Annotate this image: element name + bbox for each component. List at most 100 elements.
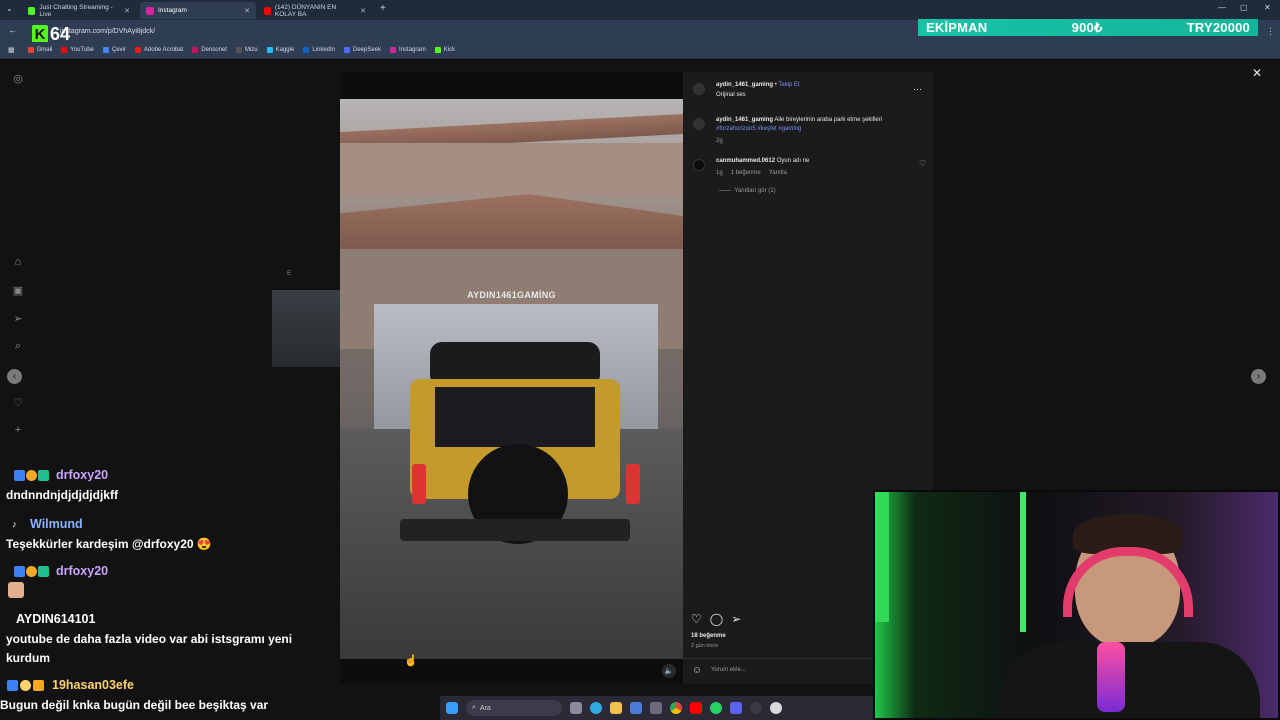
bookmark-kick[interactable]: Kick: [434, 47, 456, 53]
chat-message: ♪ Wilmund Teşekkürler kardeşim @drfoxy20…: [0, 516, 330, 558]
bookmark-linkedin[interactable]: LinkedIn: [303, 47, 335, 53]
comment-text: Oyun adı ne: [776, 158, 810, 164]
follow-button[interactable]: Takip Et: [778, 82, 799, 88]
bookmark-youtube[interactable]: YouTube: [61, 47, 94, 53]
bookmark-label: Kick: [443, 47, 456, 53]
edge-icon[interactable]: [590, 702, 602, 714]
search-icon[interactable]: ⌕: [12, 340, 24, 352]
linkedin-icon: [303, 47, 310, 53]
chat-username[interactable]: 19hasan03efe: [52, 678, 134, 692]
reels-icon[interactable]: ▣: [12, 284, 24, 297]
more-options-icon[interactable]: ⋯: [913, 84, 922, 95]
task-view-icon[interactable]: [570, 702, 582, 714]
audio-label[interactable]: Orijinal ses: [716, 92, 746, 98]
search-icon: ⌕: [472, 704, 476, 711]
share-icon[interactable]: ➢: [731, 612, 741, 626]
avatar[interactable]: [693, 118, 705, 130]
store-icon[interactable]: [630, 702, 642, 714]
bookmark-cevir[interactable]: Çevir: [102, 47, 126, 53]
chrome-icon[interactable]: [670, 702, 682, 714]
youtube-icon[interactable]: [690, 702, 702, 714]
emoji-icon[interactable]: ☺: [692, 665, 702, 676]
bookmark-instagram[interactable]: Instagram: [390, 47, 426, 53]
comment-likes[interactable]: 1 beğenme: [731, 170, 761, 176]
close-icon[interactable]: ✕: [124, 7, 130, 15]
mute-button[interactable]: 🔈: [662, 664, 676, 678]
heart-icon[interactable]: ♡: [12, 396, 24, 409]
home-icon[interactable]: ⌂: [12, 256, 24, 268]
maximize-icon[interactable]: ▢: [1240, 3, 1248, 12]
streamer-body: [1000, 642, 1260, 718]
start-icon[interactable]: [446, 702, 458, 714]
close-icon[interactable]: ✕: [360, 7, 366, 15]
caption-hashtags[interactable]: #forzahorizon5 #keşfet #gaming: [716, 126, 801, 132]
comment-meta: 1g 1 beğenme Yanıtla: [716, 170, 787, 176]
ekipman-goal-bar: EKİPMAN 900₺ TRY20000: [918, 19, 1258, 36]
file-explorer-icon[interactable]: [610, 702, 622, 714]
url-field[interactable]: instagram.com/p/DVhAyi8jdck/: [60, 25, 155, 38]
chat-message-text: Teşekkürler kardeşim @drfoxy20 😍: [6, 537, 212, 551]
caption-username[interactable]: aydin_1461_gaming: [716, 117, 773, 123]
densonet-icon: [192, 47, 199, 53]
chat-username[interactable]: AYDIN614101: [16, 612, 95, 626]
chat-message: dndnndnjdjdjdjdjkff: [0, 481, 330, 509]
previous-post-preview: [272, 290, 340, 367]
discord-icon[interactable]: [730, 702, 742, 714]
tab-menu-icon[interactable]: ⌄: [6, 4, 13, 13]
close-modal-icon[interactable]: ✕: [1252, 66, 1262, 80]
chatgpt-icon[interactable]: [770, 702, 782, 714]
chat-username-row: drfoxy20: [0, 564, 330, 578]
create-icon[interactable]: +: [12, 424, 24, 436]
comment-like-icon[interactable]: ♡: [919, 159, 926, 168]
obs-icon[interactable]: [750, 702, 762, 714]
add-comment-input[interactable]: Yorum ekle...: [711, 667, 746, 673]
view-replies-label[interactable]: Yanıtları gör (1): [734, 188, 775, 194]
comment-username[interactable]: canmuhammed.0612: [716, 158, 775, 164]
avatar[interactable]: [693, 83, 705, 95]
bookmark-densonet[interactable]: Densonet: [192, 47, 227, 53]
bookmark-gmail[interactable]: Gmail: [27, 47, 52, 53]
next-post-button[interactable]: ›: [1251, 369, 1266, 384]
video-watermark: AYDIN1461GAMİNG: [467, 290, 556, 300]
direct-icon[interactable]: ➢: [12, 312, 24, 325]
view-replies[interactable]: —— Yanıtları gör (1): [719, 188, 776, 194]
green-light: [875, 492, 889, 622]
chat-username[interactable]: drfoxy20: [56, 468, 108, 482]
more-options-icon[interactable]: ⋮: [1266, 26, 1275, 37]
reply-button[interactable]: Yanıtla: [769, 170, 787, 176]
minimize-icon[interactable]: —: [1218, 3, 1226, 12]
tab-label: (142) DÜNYANIN EN KOLAY BA: [274, 3, 337, 18]
chat-message: Bugun değil knka bugün değil bee beşikta…: [0, 694, 440, 720]
caption-age: 2g: [716, 138, 723, 144]
chat-username[interactable]: Wilmund: [30, 517, 83, 531]
post-video[interactable]: AYDIN1461GAMİNG 🔈: [340, 72, 683, 684]
bookmark-adobe[interactable]: Adobe Acrobat: [134, 47, 183, 53]
back-icon[interactable]: ←: [8, 25, 17, 35]
apps-grid-icon[interactable]: ▦: [8, 46, 15, 54]
close-icon[interactable]: ✕: [244, 7, 250, 15]
like-icon[interactable]: ♡: [691, 612, 702, 626]
green-light-strip: [1020, 492, 1026, 632]
tab-youtube[interactable]: (142) DÜNYANIN EN KOLAY BA ✕: [258, 2, 372, 19]
tab-kick[interactable]: Just Chatting Streaming - Live ✕: [22, 2, 136, 19]
whatsapp-icon[interactable]: [710, 702, 722, 714]
browser-tab-bar: ⌄ Just Chatting Streaming - Live ✕ Insta…: [0, 0, 1280, 20]
instagram-favicon-icon: [146, 6, 154, 15]
bookmark-mizu[interactable]: Mizu: [235, 47, 258, 53]
bookmark-kaggle[interactable]: Kaggle: [266, 47, 294, 53]
comment-icon[interactable]: ◯: [710, 612, 723, 626]
likes-count[interactable]: 18 beğenme: [691, 633, 726, 639]
post-username[interactable]: aydin_1461_gaming: [716, 82, 773, 88]
taskbar-search[interactable]: ⌕ Ara: [466, 700, 562, 716]
instagram-logo-icon[interactable]: ◎: [12, 72, 24, 85]
close-window-icon[interactable]: ✕: [1264, 3, 1271, 12]
bookmark-deepseek[interactable]: DeepSeek: [344, 47, 381, 53]
tab-instagram[interactable]: Instagram ✕: [140, 2, 256, 19]
chat-username[interactable]: drfoxy20: [56, 564, 108, 578]
app-icon[interactable]: [650, 702, 662, 714]
badge-icon: [20, 680, 31, 691]
bookmark-label: Mizu: [244, 47, 258, 53]
prev-post-button[interactable]: ‹: [7, 369, 22, 384]
new-tab-button[interactable]: +: [380, 3, 386, 14]
avatar[interactable]: [693, 159, 705, 171]
